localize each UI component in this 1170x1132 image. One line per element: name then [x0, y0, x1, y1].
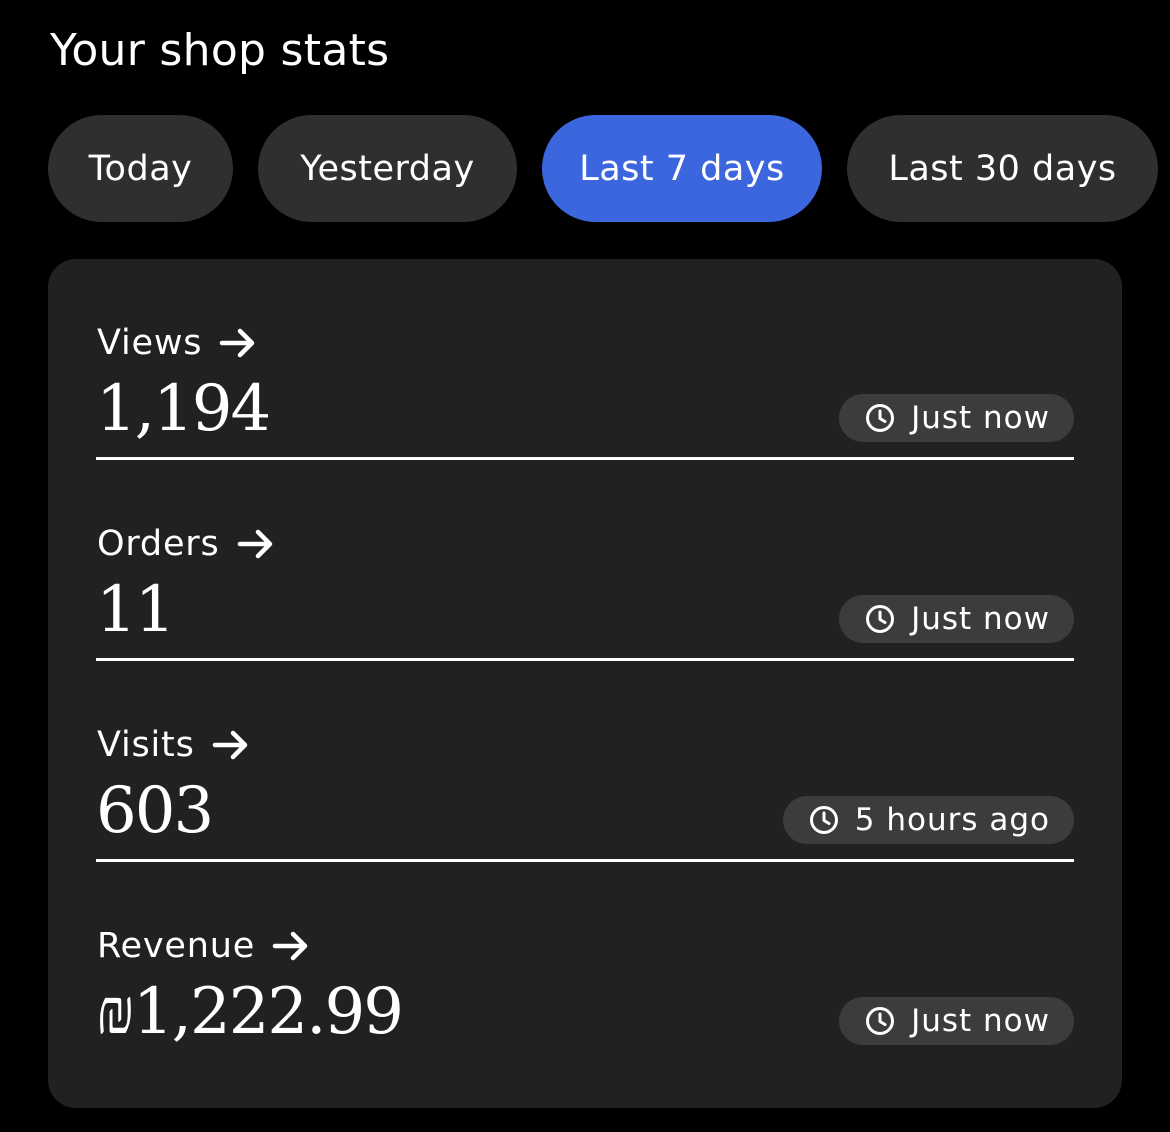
stat-value: 11: [96, 573, 175, 647]
stat-label: Revenue: [97, 926, 256, 966]
clock-icon: [866, 1007, 895, 1035]
stat-value: 1,194: [96, 372, 271, 446]
clock-icon: [866, 605, 895, 633]
stats-card: Views 1,194 Just now Orders 11 Just now …: [48, 259, 1122, 1108]
arrow-right-icon: [272, 931, 308, 961]
updated-badge: Just now: [839, 997, 1074, 1045]
stat-link-visits[interactable]: Visits: [97, 723, 251, 767]
stat-value: 603: [96, 774, 214, 848]
updated-text: Just now: [911, 400, 1050, 436]
stat-row-orders[interactable]: Orders 11 Just now: [96, 460, 1074, 661]
clock-icon: [809, 806, 838, 834]
updated-text: Just now: [911, 1003, 1050, 1039]
stat-row-revenue[interactable]: Revenue ₪1,222.99 Just now: [96, 862, 1074, 1063]
stat-link-views[interactable]: Views: [97, 321, 258, 365]
updated-badge: Just now: [839, 595, 1074, 643]
updated-badge: 5 hours ago: [782, 796, 1074, 844]
tab-last-30-days[interactable]: Last 30 days: [847, 115, 1158, 222]
arrow-right-icon: [212, 730, 247, 760]
updated-text: Just now: [911, 601, 1050, 637]
updated-text: 5 hours ago: [854, 802, 1050, 838]
stat-value: ₪1,222.99: [96, 975, 404, 1049]
stat-label: Visits: [97, 725, 195, 765]
stat-label: Orders: [97, 524, 220, 564]
clock-icon: [866, 404, 895, 432]
arrow-right-icon: [220, 328, 255, 358]
stat-row-views[interactable]: Views 1,194 Just now: [96, 259, 1074, 460]
arrow-right-icon: [237, 529, 272, 559]
date-range-tabs: Today Yesterday Last 7 days Last 30 days: [48, 115, 1158, 222]
stat-link-revenue[interactable]: Revenue: [97, 924, 311, 968]
page-title: Your shop stats: [50, 25, 390, 76]
stat-link-orders[interactable]: Orders: [97, 522, 276, 566]
tab-yesterday[interactable]: Yesterday: [258, 115, 517, 222]
stat-label: Views: [97, 323, 203, 363]
tab-last-7-days[interactable]: Last 7 days: [542, 115, 822, 222]
tab-today[interactable]: Today: [48, 115, 233, 222]
stat-row-visits[interactable]: Visits 603 5 hours ago: [96, 661, 1074, 862]
updated-badge: Just now: [839, 394, 1074, 442]
